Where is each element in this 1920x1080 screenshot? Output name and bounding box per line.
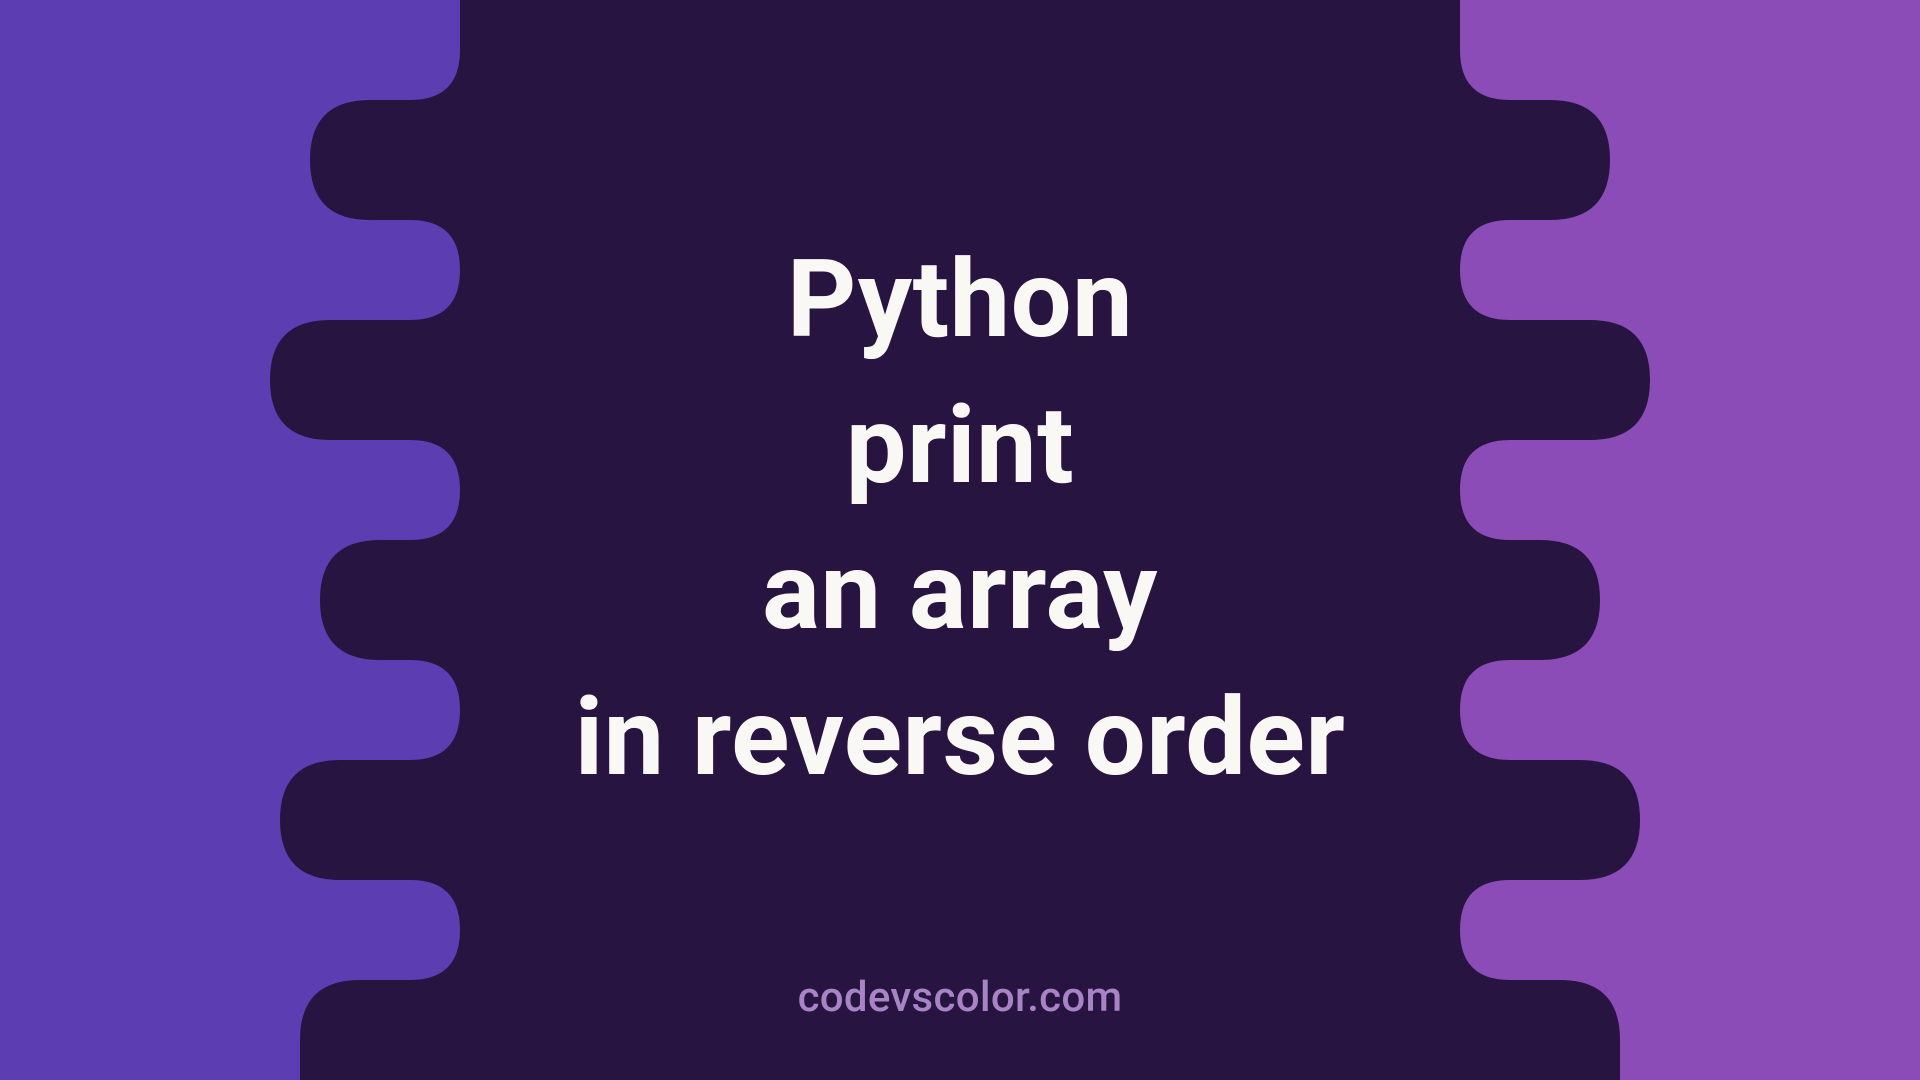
title-line-2: print: [575, 374, 1346, 520]
main-title: Python print an array in reverse order: [575, 228, 1346, 851]
content-layer: Python print an array in reverse order c…: [0, 0, 1920, 1080]
title-line-4: in reverse order: [575, 666, 1346, 812]
title-line-3: an array: [575, 520, 1346, 666]
credit-text: codevscolor.com: [798, 973, 1123, 1022]
title-line-1: Python: [575, 228, 1346, 374]
